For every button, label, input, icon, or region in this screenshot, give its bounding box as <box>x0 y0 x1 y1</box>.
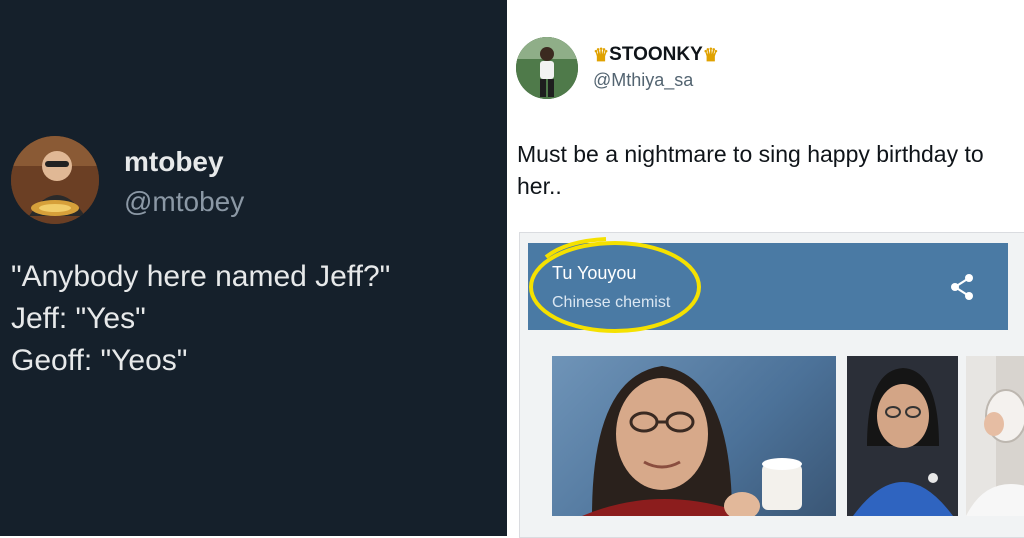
portrait-photo[interactable] <box>552 356 836 516</box>
author-handle[interactable]: @Mthiya_sa <box>593 70 693 91</box>
author-handle[interactable]: @mtobey <box>124 186 244 218</box>
knowledge-panel-header: Tu Youyou Chinese chemist <box>528 237 1008 333</box>
tweet-text: "Anybody here named Jeff?" Jeff: "Yes" G… <box>11 256 390 382</box>
author-name-text: STOONKY <box>609 44 703 65</box>
portrait-photo[interactable] <box>847 356 958 516</box>
share-icon[interactable] <box>949 273 975 301</box>
avatar[interactable] <box>516 37 578 99</box>
tweet-line: Jeff: "Yes" <box>11 302 146 335</box>
tweet-line: Geoff: "Yeos" <box>11 344 188 377</box>
highlight-circle-icon <box>529 237 701 333</box>
knowledge-panel-card[interactable]: Tu Youyou Chinese chemist <box>519 232 1024 538</box>
person-portrait-icon <box>582 366 802 516</box>
crown-icon: ♛ <box>702 45 719 65</box>
crown-icon: ♛ <box>593 45 610 65</box>
avatar[interactable] <box>11 136 99 224</box>
avatar-image-icon <box>516 37 578 99</box>
tweet-line: "Anybody here named Jeff?" <box>11 260 391 293</box>
person-portrait-icon <box>853 368 953 516</box>
left-tweet-panel: mtobey @mtobey "Anybody here named Jeff?… <box>0 0 507 536</box>
author-name[interactable]: ♛ STOONKY ♛ <box>593 44 719 66</box>
author-name[interactable]: mtobey <box>124 146 224 178</box>
right-tweet-panel: ♛ STOONKY ♛ @Mthiya_sa Must be a nightma… <box>507 0 1024 538</box>
lab-photo[interactable] <box>966 356 1024 516</box>
avatar-image-icon <box>11 136 99 224</box>
lab-glassware-icon <box>966 356 1024 516</box>
tweet-text: Must be a nightmare to sing happy birthd… <box>517 141 984 199</box>
